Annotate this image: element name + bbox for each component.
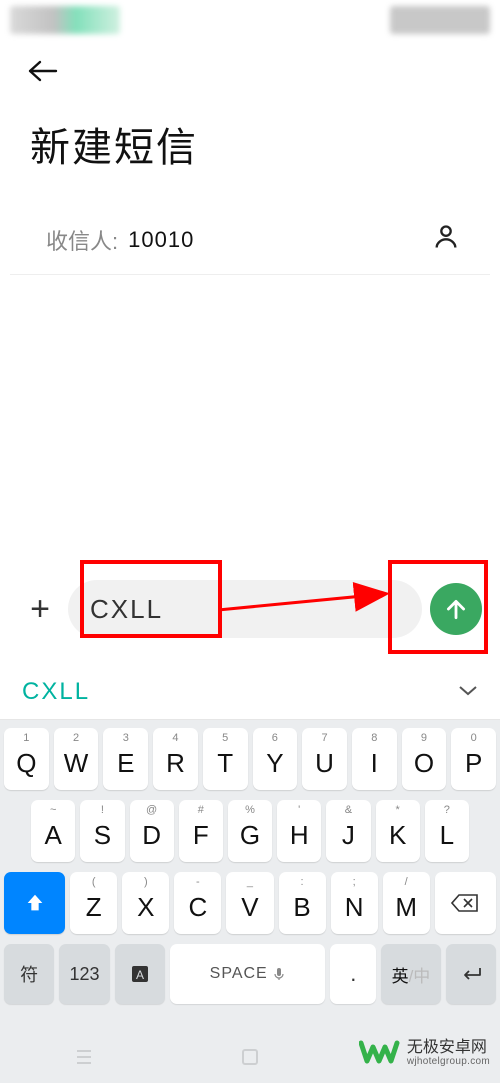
key-k[interactable]: *K <box>376 800 420 862</box>
message-input[interactable]: CXLL <box>68 580 422 638</box>
key-m[interactable]: /M <box>383 872 430 934</box>
key-d[interactable]: @D <box>130 800 174 862</box>
key-c[interactable]: -C <box>174 872 221 934</box>
attach-button[interactable]: + <box>16 585 64 633</box>
compose-bar: + CXLL <box>0 580 500 638</box>
key-o[interactable]: 9O <box>402 728 447 790</box>
message-text: CXLL <box>90 594 163 625</box>
watermark-title: 无极安卓网 <box>407 1039 490 1057</box>
keyboard-letter-icon: A <box>130 964 150 984</box>
key-v[interactable]: _V <box>226 872 273 934</box>
nav-home-icon[interactable] <box>241 1048 259 1066</box>
send-button[interactable] <box>430 583 482 635</box>
status-bar <box>0 0 500 40</box>
status-left-blur <box>10 6 120 34</box>
key-row-1: 1Q2W3E4R5T6Y7U8I9O0P <box>0 720 500 792</box>
key-g[interactable]: %G <box>228 800 272 862</box>
shift-key[interactable] <box>4 872 65 934</box>
key-l[interactable]: ?L <box>425 800 469 862</box>
enter-key[interactable] <box>446 944 496 1004</box>
page-title: 新建短信 <box>20 107 480 213</box>
language-switch-key[interactable]: 英/中 <box>381 944 440 1004</box>
backspace-key[interactable] <box>435 872 496 934</box>
key-row-3: (Z)X-C_V:B;N/M <box>0 864 500 936</box>
key-t[interactable]: 5T <box>203 728 248 790</box>
app-header: 新建短信 <box>0 40 500 213</box>
back-arrow-icon <box>28 60 58 82</box>
key-i[interactable]: 8I <box>352 728 397 790</box>
key-row-4: 符 123 A SPACE . 英/中 <box>0 936 500 1012</box>
shift-icon <box>24 892 46 914</box>
key-w[interactable]: 2W <box>54 728 99 790</box>
key-h[interactable]: 'H <box>277 800 321 862</box>
status-right-blur <box>390 6 490 34</box>
arrow-up-icon <box>443 596 469 622</box>
key-u[interactable]: 7U <box>302 728 347 790</box>
recipient-input[interactable]: 10010 <box>128 227 432 253</box>
period-key[interactable]: . <box>330 944 376 1004</box>
back-button[interactable] <box>20 50 480 107</box>
watermark-logo-icon <box>359 1037 401 1069</box>
key-y[interactable]: 6Y <box>253 728 298 790</box>
recipient-row: 收信人: 10010 <box>10 213 490 275</box>
space-key[interactable]: SPACE <box>170 944 326 1004</box>
key-p[interactable]: 0P <box>451 728 496 790</box>
key-a[interactable]: ~A <box>31 800 75 862</box>
person-icon <box>432 223 460 251</box>
suggestion-text[interactable]: CXLL <box>22 678 90 706</box>
svg-text:A: A <box>136 968 144 982</box>
mic-icon <box>272 967 286 981</box>
key-row-2: ~A!S@D#F%G'H&J*K?L <box>0 792 500 864</box>
enter-icon <box>460 966 482 982</box>
numbers-key[interactable]: 123 <box>59 944 109 1004</box>
watermark: 无极安卓网 wjhotelgroup.com <box>359 1037 490 1069</box>
key-z[interactable]: (Z <box>70 872 117 934</box>
watermark-url: wjhotelgroup.com <box>407 1056 490 1067</box>
key-q[interactable]: 1Q <box>4 728 49 790</box>
key-r[interactable]: 4R <box>153 728 198 790</box>
key-f[interactable]: #F <box>179 800 223 862</box>
key-e[interactable]: 3E <box>103 728 148 790</box>
add-contact-button[interactable] <box>432 223 460 256</box>
key-j[interactable]: &J <box>326 800 370 862</box>
backspace-icon <box>451 893 479 913</box>
suggestion-bar: CXLL <box>0 665 500 720</box>
recipient-label: 收信人: <box>46 224 118 256</box>
key-x[interactable]: )X <box>122 872 169 934</box>
nav-recent-icon[interactable] <box>74 1047 94 1067</box>
keyboard: CXLL 1Q2W3E4R5T6Y7U8I9O0P ~A!S@D#F%G'H&J… <box>0 665 500 1083</box>
input-mode-key[interactable]: A <box>115 944 165 1004</box>
key-s[interactable]: !S <box>80 800 124 862</box>
key-b[interactable]: :B <box>279 872 326 934</box>
symbols-key[interactable]: 符 <box>4 944 54 1004</box>
chevron-down-icon <box>458 684 478 696</box>
key-n[interactable]: ;N <box>331 872 378 934</box>
collapse-keyboard-button[interactable] <box>458 683 478 701</box>
